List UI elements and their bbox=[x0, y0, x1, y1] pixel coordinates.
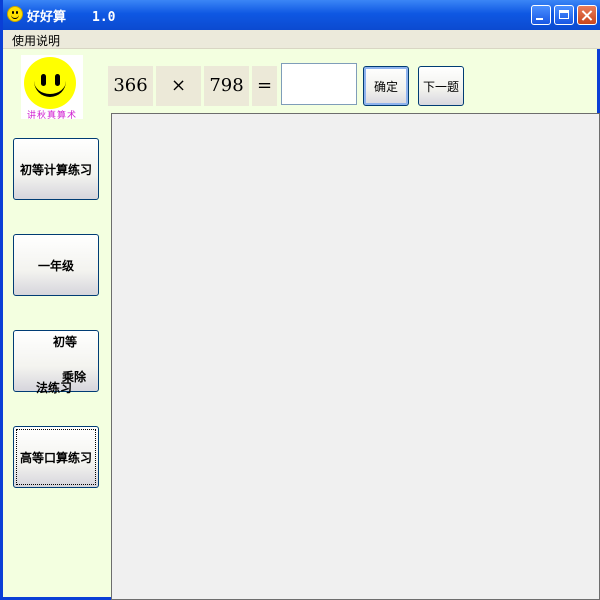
menu-bar: 使用说明 bbox=[3, 30, 600, 49]
button-label-part: 初等 bbox=[53, 335, 78, 349]
menu-item-instructions[interactable]: 使用说明 bbox=[12, 32, 60, 49]
smiley-app-icon[interactable] bbox=[7, 6, 23, 22]
app-window: 好好算 1.0 使用说明 讲秋真算术 初等计算练习 一年级 初等 乘除 法练习 高… bbox=[0, 0, 600, 600]
answer-input[interactable] bbox=[281, 63, 357, 105]
window-title: 好好算 1.0 bbox=[27, 6, 116, 25]
logo-caption: 讲秋真算术 bbox=[26, 111, 77, 121]
operand-two: 798 bbox=[204, 66, 249, 106]
advanced-mental-math-button[interactable]: 高等口算练习 bbox=[13, 426, 99, 488]
basic-mul-div-practice-button[interactable]: 初等 乘除 法练习 bbox=[13, 330, 99, 395]
multiply-operator: × bbox=[156, 66, 201, 106]
close-button[interactable] bbox=[577, 5, 597, 25]
maximize-button[interactable] bbox=[554, 5, 574, 25]
first-grade-button[interactable]: 一年级 bbox=[13, 234, 99, 296]
smiley-logo: 讲秋真算术 bbox=[21, 55, 83, 121]
equals-sign: = bbox=[252, 66, 277, 106]
next-question-button[interactable]: 下一题 bbox=[418, 66, 464, 106]
operand-one: 366 bbox=[108, 66, 153, 106]
basic-calc-practice-button[interactable]: 初等计算练习 bbox=[13, 138, 99, 200]
minimize-button[interactable] bbox=[531, 5, 551, 25]
window-version: 1.0 bbox=[92, 10, 116, 25]
title-bar[interactable]: 好好算 1.0 bbox=[3, 0, 600, 30]
work-area bbox=[111, 113, 600, 600]
button-label-part: 法练习 bbox=[36, 381, 73, 395]
confirm-button[interactable]: 确定 bbox=[363, 66, 409, 106]
smiley-mouth bbox=[34, 81, 66, 97]
smiley-face-icon bbox=[24, 57, 76, 109]
window-title-text: 好好算 bbox=[27, 10, 67, 25]
